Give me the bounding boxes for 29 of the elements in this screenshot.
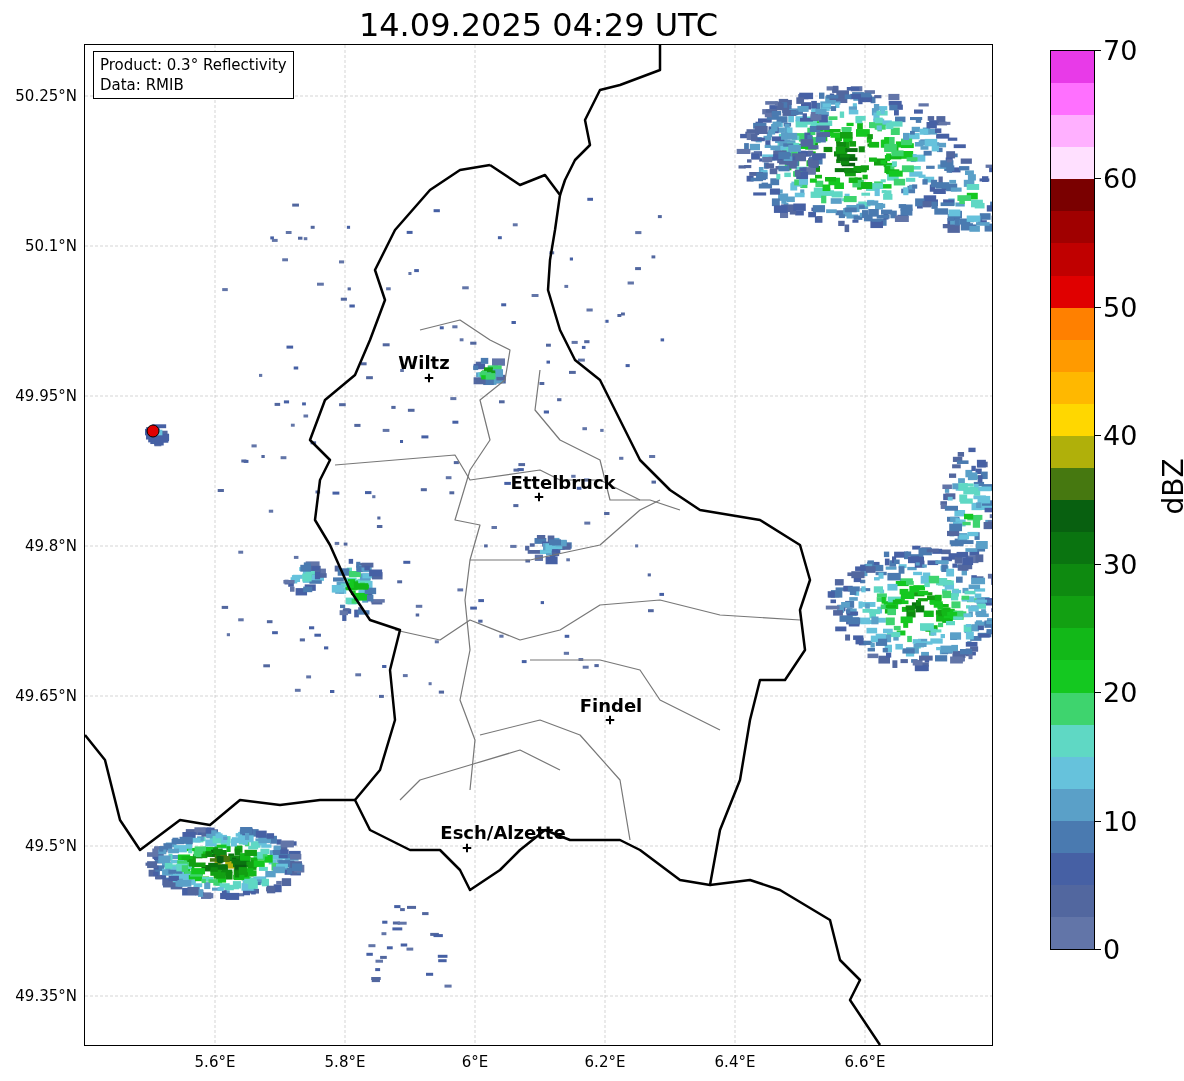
city-label: Esch/Alzette: [440, 821, 566, 843]
city-label: Wiltz: [398, 351, 450, 373]
colorbar-tick-label: 30: [1103, 550, 1138, 578]
legend-text: Product: 0.3° Reflectivity: [100, 55, 287, 75]
axis-tick-label: 5.8°E: [324, 1053, 366, 1071]
axis-tick-label: 50.25°N: [15, 87, 77, 105]
colorbar-tick-label: 50: [1103, 293, 1138, 321]
chart-title: 14.09.2025 04:29 UTC: [357, 5, 720, 45]
axis-tick-label: 6.4°E: [714, 1053, 756, 1071]
axis-tick-label: 50.1°N: [24, 237, 77, 255]
axis-tick-label: 49.8°N: [24, 537, 77, 555]
colorbar-tick-label: 40: [1103, 421, 1138, 449]
axis-tick-label: 6°E: [461, 1053, 489, 1071]
axis-tick-label: 6.2°E: [584, 1053, 626, 1071]
colorbar-tick-label: 20: [1103, 678, 1138, 706]
colorbar-tick-label: 70: [1103, 36, 1138, 64]
axis-tick-label: 49.95°N: [15, 387, 77, 405]
axis-tick-label: 49.65°N: [15, 687, 77, 705]
axis-tick-label: 49.5°N: [24, 837, 77, 855]
legend-text: Data: RMIB: [100, 75, 185, 95]
colorbar-tick-label: 60: [1103, 164, 1138, 192]
axis-tick-label: 49.35°N: [15, 987, 77, 1005]
axis-tick-label: 5.6°E: [194, 1053, 236, 1071]
colorbar-tick-label: 10: [1103, 807, 1138, 835]
axis-tick-label: 6.6°E: [844, 1053, 886, 1071]
colorbar-label: dBZ: [1156, 458, 1184, 515]
colorbar-tick-label: 0: [1103, 935, 1121, 963]
city-label: Ettelbruck: [510, 471, 616, 493]
city-label: Findel: [579, 694, 643, 716]
